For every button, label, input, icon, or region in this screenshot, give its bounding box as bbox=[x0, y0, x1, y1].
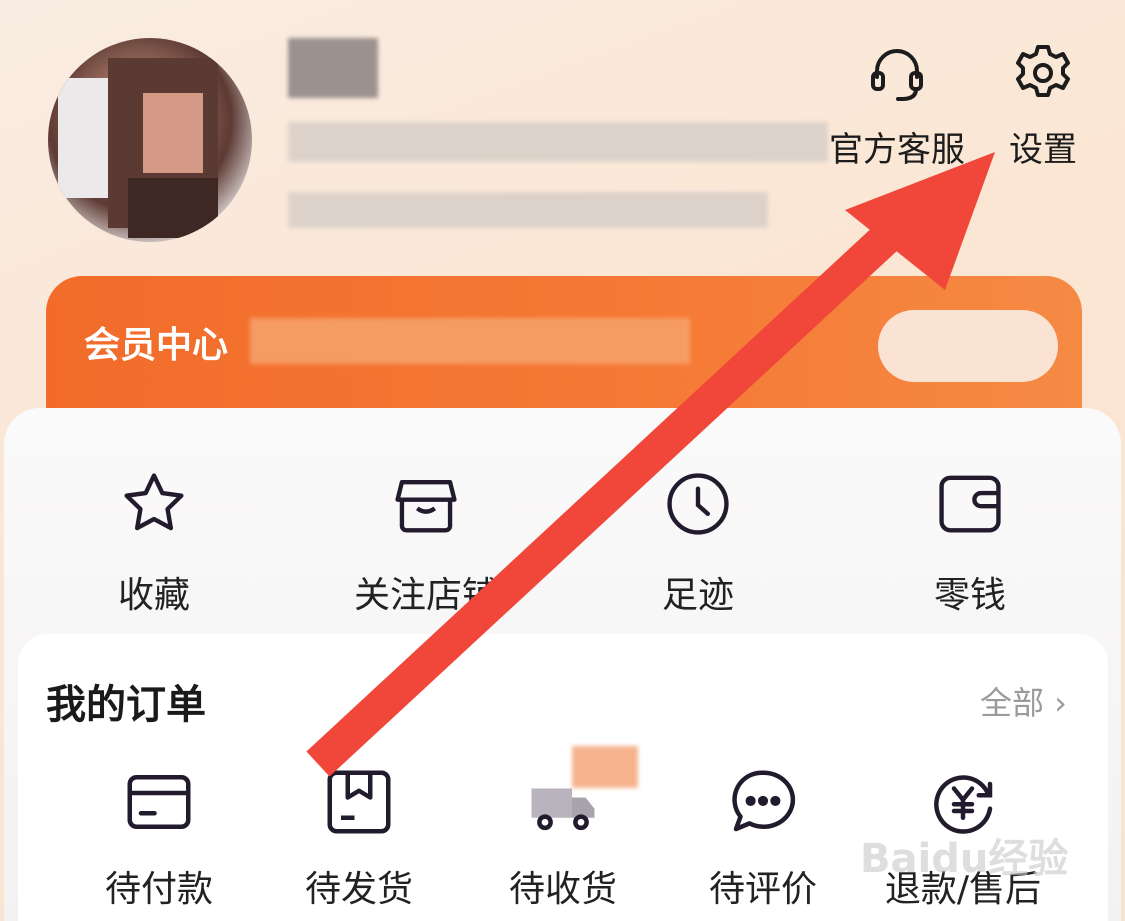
quick-link-followed-stores[interactable]: 关注店铺 bbox=[316, 468, 536, 618]
order-pending-shipment[interactable]: 待发货 bbox=[264, 764, 454, 912]
view-all-orders-link[interactable]: 全部 › bbox=[980, 678, 1067, 724]
quick-link-label: 关注店铺 bbox=[353, 575, 498, 616]
order-pending-payment[interactable]: 待付款 bbox=[64, 764, 254, 912]
star-icon bbox=[44, 468, 264, 540]
avatar[interactable] bbox=[48, 38, 252, 242]
order-status-label: 待评价 bbox=[708, 869, 817, 910]
username-redacted bbox=[288, 38, 378, 98]
quick-link-footprint[interactable]: 足迹 bbox=[588, 468, 808, 618]
user-info-redacted bbox=[288, 122, 828, 162]
quick-link-label: 零钱 bbox=[933, 575, 1006, 616]
settings-label: 设置 bbox=[1009, 130, 1077, 170]
member-action-pill[interactable] bbox=[878, 310, 1058, 382]
member-info-redacted bbox=[250, 318, 690, 364]
chat-icon bbox=[668, 764, 858, 840]
watermark: Baidu经验 bbox=[860, 836, 1069, 882]
package-icon bbox=[264, 764, 454, 840]
quick-link-label: 收藏 bbox=[117, 575, 190, 616]
wallet-icon bbox=[860, 468, 1080, 540]
order-status-label: 待付款 bbox=[104, 869, 213, 910]
badge-redacted bbox=[572, 746, 638, 788]
store-icon bbox=[316, 468, 536, 540]
customer-service-button[interactable]: 官方客服 bbox=[827, 38, 967, 171]
quick-link-wallet[interactable]: 零钱 bbox=[860, 468, 1080, 618]
settings-button[interactable]: 设置 bbox=[973, 38, 1113, 171]
member-center-label: 会员中心 bbox=[84, 325, 229, 366]
user-stats-redacted bbox=[288, 192, 768, 228]
headset-icon bbox=[827, 38, 967, 108]
order-status-label: 待收货 bbox=[508, 869, 617, 910]
order-status-label: 待发货 bbox=[304, 869, 413, 910]
clock-icon bbox=[588, 468, 808, 540]
quick-link-label: 足迹 bbox=[661, 575, 734, 616]
gear-icon bbox=[973, 38, 1113, 108]
card-icon bbox=[64, 764, 254, 840]
order-pending-review[interactable]: 待评价 bbox=[668, 764, 858, 912]
customer-service-label: 官方客服 bbox=[829, 130, 965, 170]
orders-title: 我的订单 bbox=[46, 682, 206, 728]
quick-link-favorites[interactable]: 收藏 bbox=[44, 468, 264, 618]
